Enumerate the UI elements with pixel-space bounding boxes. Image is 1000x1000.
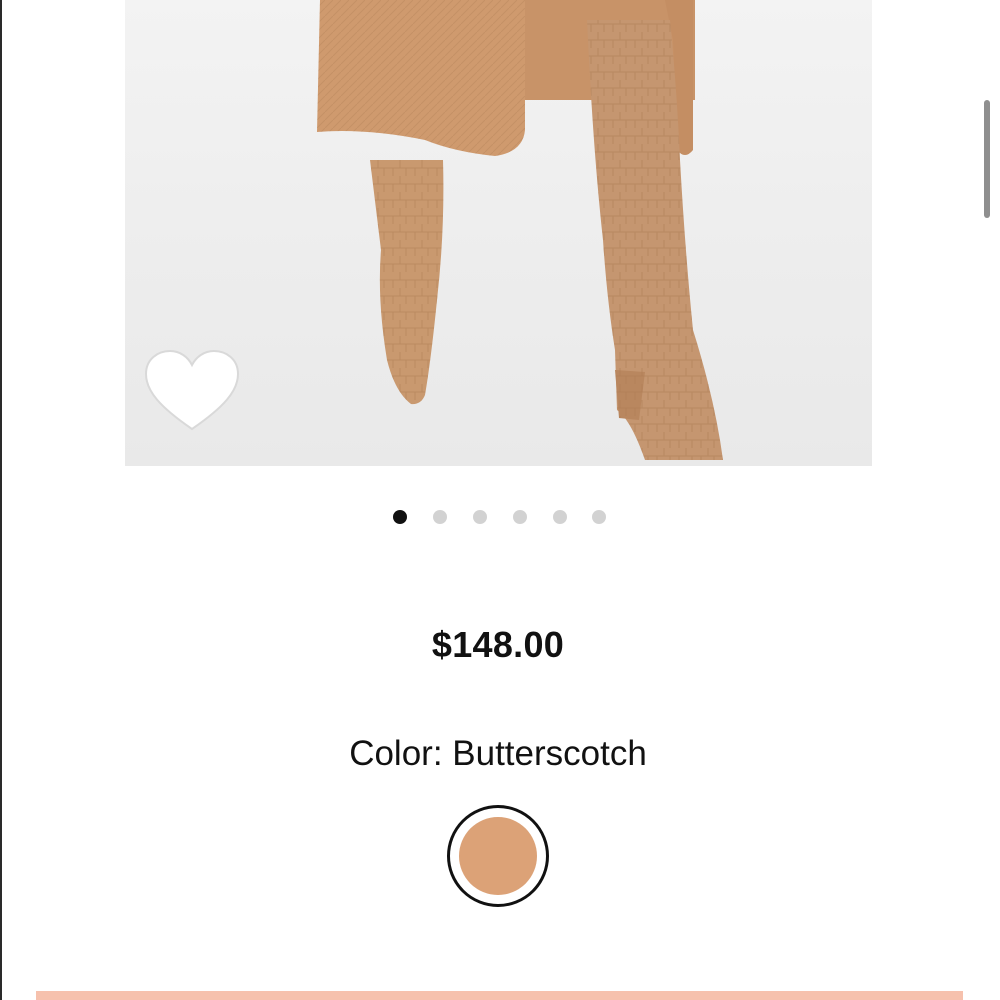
favorite-button[interactable] bbox=[140, 345, 245, 440]
heart-icon bbox=[144, 349, 240, 431]
color-swatch-fill bbox=[459, 817, 537, 895]
carousel-dot-1[interactable] bbox=[393, 510, 407, 524]
scrollbar[interactable] bbox=[984, 100, 990, 218]
carousel-dot-2[interactable] bbox=[433, 510, 447, 524]
add-to-bag-bar[interactable] bbox=[36, 991, 963, 1000]
color-swatch-butterscotch[interactable] bbox=[447, 805, 549, 907]
carousel-dot-5[interactable] bbox=[553, 510, 567, 524]
product-price: $148.00 bbox=[431, 624, 565, 665]
selected-color-label: Color: Butterscotch bbox=[349, 734, 647, 773]
viewport-edge bbox=[0, 0, 2, 1000]
carousel-dot-6[interactable] bbox=[592, 510, 606, 524]
carousel-indicator bbox=[390, 510, 610, 526]
carousel-dot-4[interactable] bbox=[513, 510, 527, 524]
carousel-dot-3[interactable] bbox=[473, 510, 487, 524]
